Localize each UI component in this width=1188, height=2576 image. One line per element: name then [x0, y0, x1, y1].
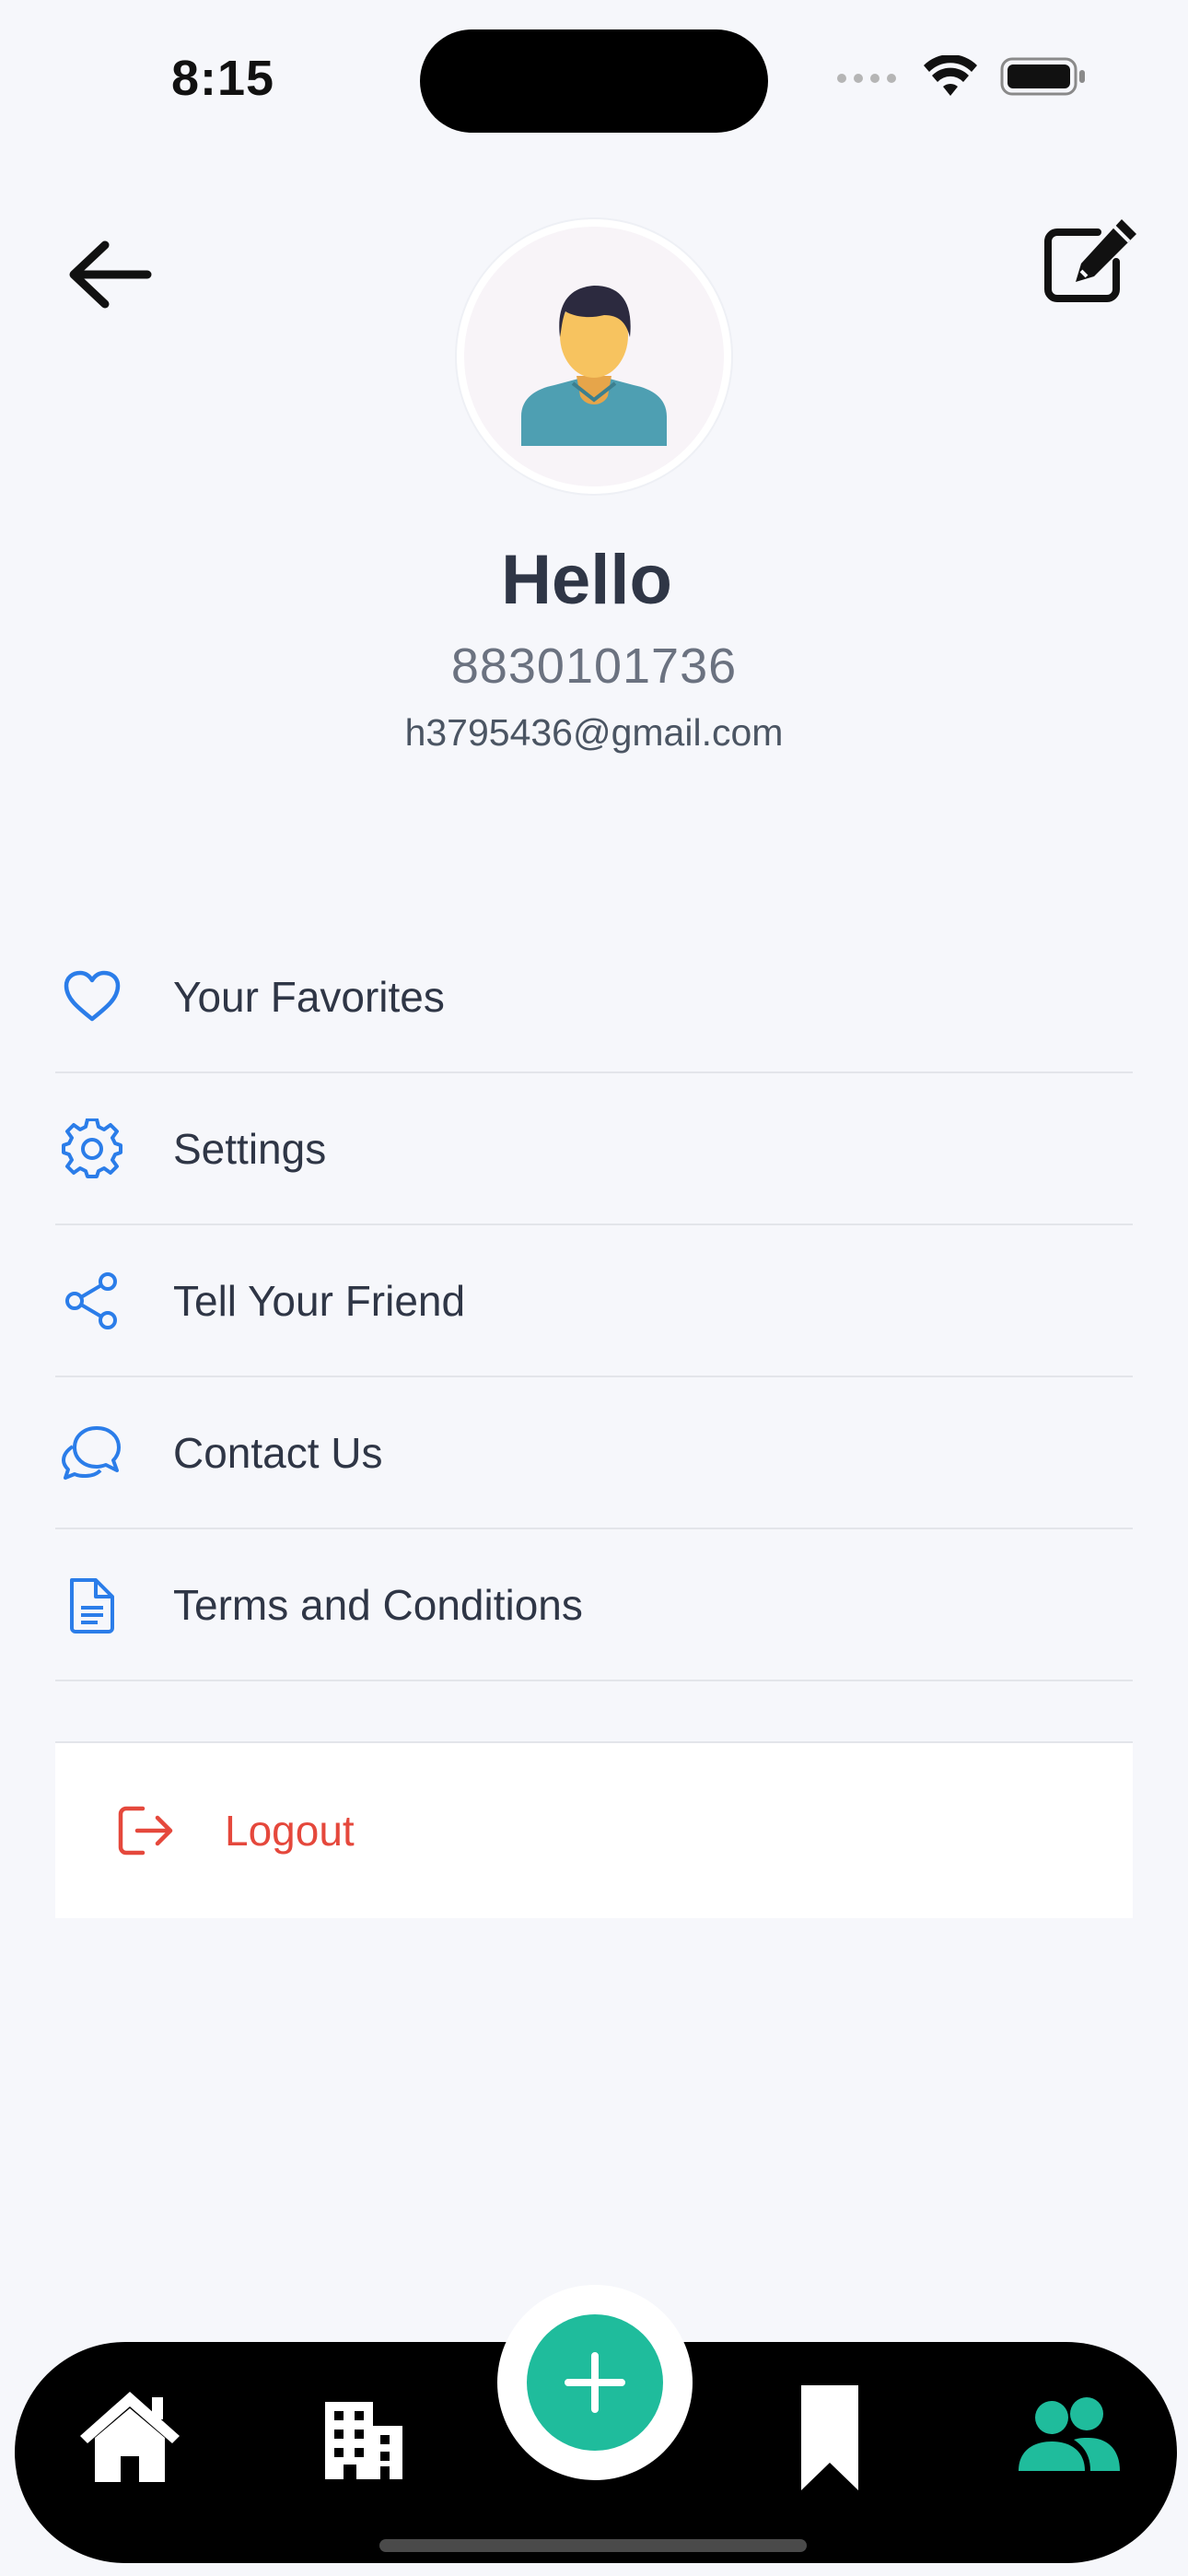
arrow-left-icon [69, 240, 152, 309]
menu-item-label: Settings [173, 1124, 327, 1173]
menu-item-terms[interactable]: Terms and Conditions [55, 1529, 1133, 1681]
profile-name: Hello [501, 541, 672, 619]
logout-icon [112, 1797, 179, 1864]
status-indicators [836, 55, 1087, 98]
dynamic-island [420, 29, 768, 133]
back-button[interactable] [64, 230, 157, 322]
heart-icon [59, 964, 125, 1030]
plus-icon [565, 2352, 625, 2413]
profile-avatar[interactable] [457, 219, 731, 494]
profile-screen: 8:15 Hello 8830101736 h3795436@gmail.com… [0, 0, 1188, 2576]
share-icon [59, 1268, 125, 1334]
wifi-icon [924, 55, 977, 96]
chat-bubbles-icon [59, 1420, 125, 1486]
tab-buildings[interactable] [304, 2377, 424, 2497]
bookmark-icon [801, 2385, 858, 2490]
building-icon [325, 2402, 402, 2479]
menu-item-label: Contact Us [173, 1428, 383, 1477]
edit-pencil-icon [1044, 219, 1136, 302]
gear-icon [59, 1116, 125, 1182]
add-button-circle [527, 2314, 663, 2451]
tab-home[interactable] [70, 2377, 190, 2497]
menu-item-contact[interactable]: Contact Us [55, 1377, 1133, 1529]
user-avatar-icon [521, 286, 667, 446]
tab-profile[interactable] [1004, 2377, 1133, 2497]
status-time: 8:15 [171, 51, 275, 106]
add-button[interactable] [497, 2285, 693, 2480]
tab-saved[interactable] [770, 2377, 890, 2497]
menu-item-label: Tell Your Friend [173, 1276, 466, 1325]
users-icon [1019, 2397, 1120, 2471]
signal-icon [837, 74, 896, 83]
menu-item-label: Terms and Conditions [173, 1580, 583, 1629]
document-icon [59, 1572, 125, 1638]
profile-phone: 8830101736 [450, 638, 738, 694]
home-icon [80, 2392, 180, 2482]
battery-icon [1000, 57, 1085, 96]
menu-item-settings[interactable]: Settings [55, 1073, 1133, 1225]
home-indicator [379, 2539, 807, 2552]
profile-menu: Your Favorites Settings Tell Your Friend… [55, 921, 1133, 1681]
logout-label: Logout [225, 1807, 355, 1855]
logout-button[interactable]: Logout [55, 1741, 1133, 1918]
profile-email: h3795436@gmail.com [404, 711, 784, 754]
edit-profile-button[interactable] [1041, 214, 1144, 306]
menu-item-tell-friend[interactable]: Tell Your Friend [55, 1225, 1133, 1377]
menu-item-favorites[interactable]: Your Favorites [55, 921, 1133, 1073]
menu-item-label: Your Favorites [173, 972, 445, 1021]
